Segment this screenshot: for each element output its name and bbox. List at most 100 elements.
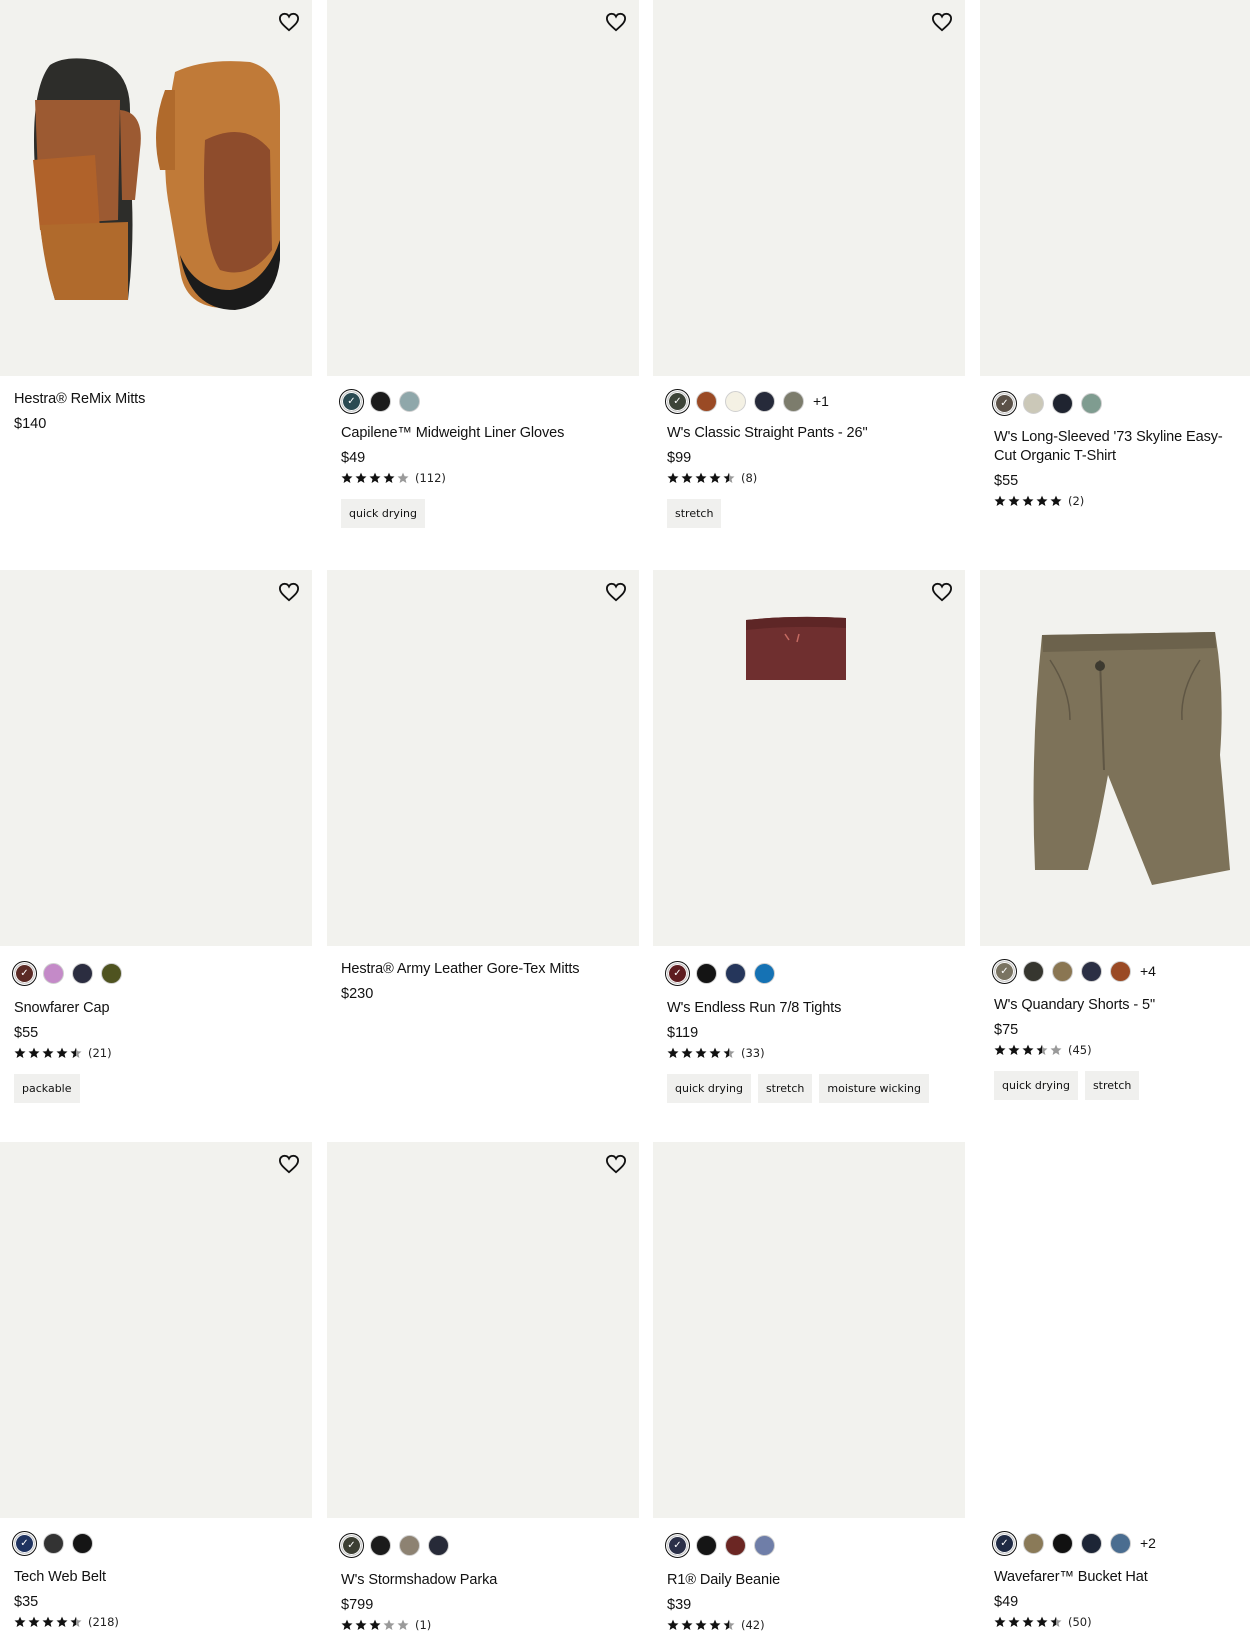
rating-count: (50) [1068,1615,1092,1629]
product-name[interactable]: Tech Web Belt [14,1568,298,1587]
favorite-heart-icon[interactable] [278,1154,300,1174]
product-name[interactable]: Wavefarer™ Bucket Hat [994,1568,1236,1587]
favorite-heart-icon[interactable] [931,12,953,32]
favorite-heart-icon[interactable] [605,582,627,602]
color-swatch[interactable] [399,390,420,412]
color-swatch[interactable]: ✓ [12,1530,37,1556]
color-swatch[interactable] [696,390,717,412]
feature-tag[interactable]: stretch [1084,1071,1140,1100]
product-image[interactable] [980,1142,1250,1518]
color-swatch[interactable]: ✓ [339,388,364,414]
product-card[interactable]: Hestra® Army Leather Gore-Tex Mitts $230 [327,570,639,1003]
product-name[interactable]: Snowfarer Cap [14,999,298,1018]
color-swatch[interactable] [1023,392,1044,414]
more-colors-count[interactable]: +1 [813,393,829,409]
product-card[interactable]: ✓ +2 Wavefarer™ Bucket Hat $49 (50) [980,1142,1250,1629]
product-card[interactable]: ✓ +1 W's Classic Straight Pants - 26" $9… [653,0,965,528]
color-swatch[interactable] [399,1534,420,1556]
color-swatch[interactable] [1052,960,1073,982]
product-price: $119 [667,1025,699,1041]
product-card[interactable]: ✓ W's Endless Run 7/8 Tights $119 (33) q… [653,570,965,1103]
color-swatch[interactable] [725,390,746,412]
color-swatch[interactable] [72,962,93,984]
color-swatch[interactable] [1052,1532,1073,1554]
color-swatch[interactable] [1023,1532,1044,1554]
color-swatch[interactable]: ✓ [665,388,690,414]
product-image[interactable] [0,1142,312,1518]
star-icon [723,1619,735,1630]
color-swatch[interactable]: ✓ [665,1532,690,1558]
feature-tag[interactable]: quick drying [667,1074,751,1103]
color-swatch[interactable] [1081,960,1102,982]
color-swatch[interactable]: ✓ [992,1530,1017,1556]
product-card[interactable]: ✓ W's Stormshadow Parka $799 (1) [327,1142,639,1632]
product-name[interactable]: Capilene™ Midweight Liner Gloves [341,424,625,443]
product-image[interactable] [327,570,639,946]
more-colors-count[interactable]: +4 [1140,963,1156,979]
favorite-heart-icon[interactable] [278,582,300,602]
product-name[interactable]: W's Stormshadow Parka [341,1571,625,1590]
product-image[interactable] [327,0,639,376]
feature-tag[interactable]: quick drying [994,1071,1078,1100]
product-name[interactable]: Hestra® Army Leather Gore-Tex Mitts [341,960,625,979]
color-swatch[interactable] [1081,392,1102,414]
color-swatch[interactable] [1023,960,1044,982]
color-swatch[interactable] [428,1534,449,1556]
product-image[interactable] [0,0,312,376]
product-image[interactable] [653,570,965,946]
color-swatch[interactable]: ✓ [665,960,690,986]
favorite-heart-icon[interactable] [605,12,627,32]
color-swatch[interactable] [1110,1532,1131,1554]
feature-tag[interactable]: quick drying [341,499,425,528]
color-swatch[interactable] [43,1532,64,1554]
feature-tag[interactable]: stretch [757,1074,813,1103]
color-swatch[interactable]: ✓ [339,1532,364,1558]
feature-tag[interactable]: packable [14,1074,80,1103]
product-card[interactable]: ✓ Tech Web Belt $35 (218) [0,1142,312,1629]
color-swatch[interactable]: ✓ [12,960,37,986]
color-swatch[interactable] [725,962,746,984]
color-swatch[interactable] [725,1534,746,1556]
product-card[interactable]: Hestra® ReMix Mitts $140 [0,0,312,433]
product-image[interactable] [653,0,965,376]
product-image[interactable] [0,570,312,946]
product-name[interactable]: R1® Daily Beanie [667,1571,951,1590]
product-card[interactable]: ✓ R1® Daily Beanie $39 (42) [653,1142,965,1632]
more-colors-count[interactable]: +2 [1140,1535,1156,1551]
favorite-heart-icon[interactable] [931,582,953,602]
product-card[interactable]: ✓ Snowfarer Cap $55 (21) packable [0,570,312,1103]
color-swatch[interactable] [696,962,717,984]
color-swatch[interactable] [370,390,391,412]
product-image[interactable] [327,1142,639,1518]
color-swatch[interactable] [1081,1532,1102,1554]
check-icon: ✓ [1000,397,1009,409]
product-image[interactable] [980,0,1250,376]
product-image[interactable] [980,570,1250,946]
color-swatch[interactable] [43,962,64,984]
color-swatch[interactable] [754,1534,775,1556]
color-swatch[interactable]: ✓ [992,958,1017,984]
feature-tag[interactable]: moisture wicking [819,1074,929,1103]
color-swatch[interactable] [1110,960,1131,982]
product-card[interactable]: ✓ Capilene™ Midweight Liner Gloves $49 (… [327,0,639,528]
color-swatch[interactable] [754,962,775,984]
product-name[interactable]: W's Long-Sleeved '73 Skyline Easy-Cut Or… [994,428,1236,466]
color-swatch[interactable] [696,1534,717,1556]
favorite-heart-icon[interactable] [278,12,300,32]
color-swatch[interactable] [783,390,804,412]
product-card[interactable]: ✓ W's Long-Sleeved '73 Skyline Easy-Cut … [980,0,1250,508]
product-name[interactable]: W's Endless Run 7/8 Tights [667,999,951,1018]
product-image[interactable] [653,1142,965,1518]
favorite-heart-icon[interactable] [605,1154,627,1174]
product-name[interactable]: W's Classic Straight Pants - 26" [667,424,951,443]
product-name[interactable]: W's Quandary Shorts - 5" [994,996,1236,1015]
color-swatch[interactable] [370,1534,391,1556]
feature-tag[interactable]: stretch [667,499,722,528]
color-swatch[interactable] [101,962,122,984]
color-swatch[interactable] [754,390,775,412]
product-card[interactable]: ✓ +4 W's Quandary Shorts - 5" $75 (45) q… [980,570,1250,1100]
color-swatch[interactable] [1052,392,1073,414]
color-swatch[interactable] [72,1532,93,1554]
product-name[interactable]: Hestra® ReMix Mitts [14,390,298,409]
color-swatch[interactable]: ✓ [992,390,1017,416]
